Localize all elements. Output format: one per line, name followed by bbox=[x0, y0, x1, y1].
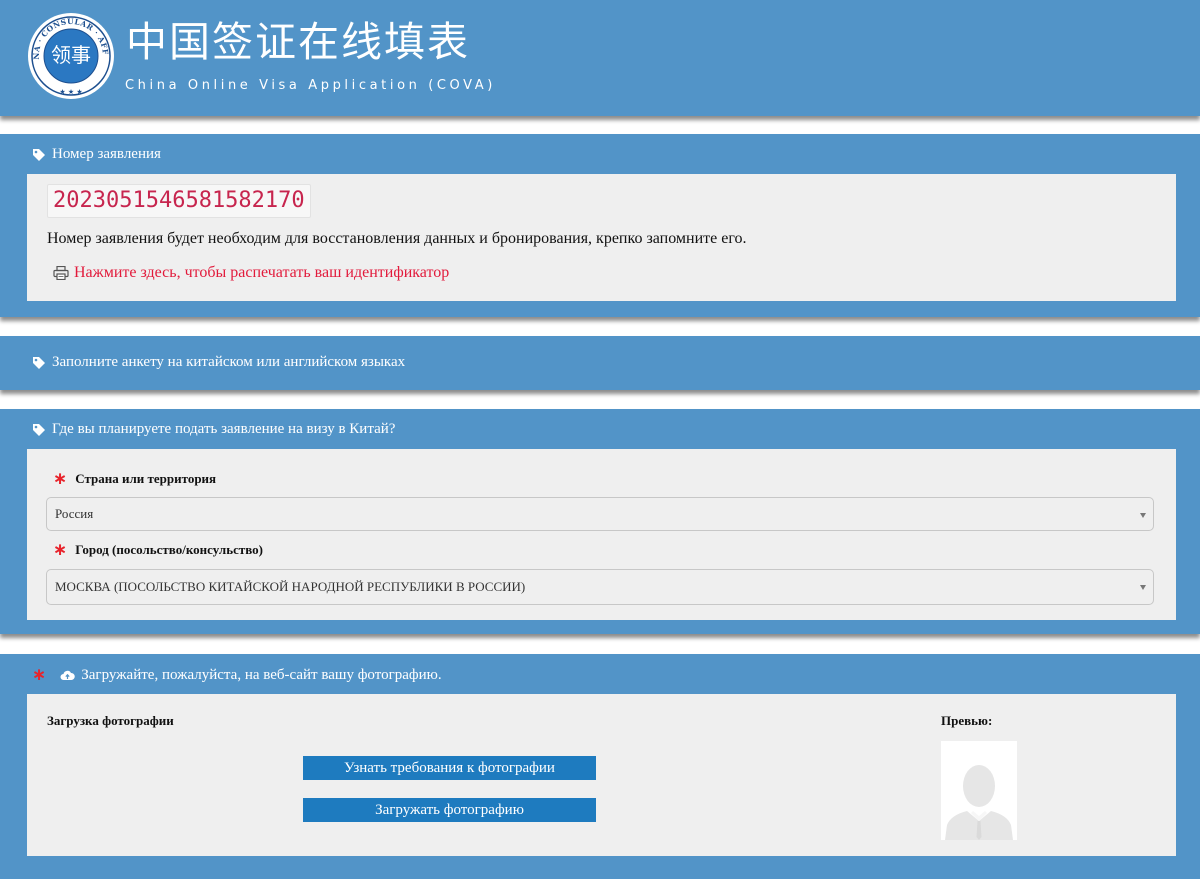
photo-heading-text: Загружайте, пожалуйста, на веб-сайт вашу… bbox=[81, 666, 442, 683]
application-number-value: 2023051546581582170 bbox=[47, 184, 311, 218]
location-heading: Где вы планируете подать заявление на ви… bbox=[32, 421, 395, 438]
country-label-text: Страна или территория bbox=[75, 471, 217, 486]
printer-icon bbox=[53, 266, 69, 280]
required-mark: ∗ bbox=[53, 540, 68, 560]
language-notice-heading: Заполните анкету на китайском или англий… bbox=[32, 354, 405, 371]
site-header: 领事 CHINA · CONSULAR · AFFAIRS ★ ★ ★ 中国签证… bbox=[0, 0, 1200, 116]
required-mark: ∗ bbox=[53, 469, 68, 489]
photo-panel: ∗ Загружайте, пожалуйста, на веб-сайт ва… bbox=[0, 654, 1200, 879]
language-notice-text: Заполните анкету на китайском или англий… bbox=[52, 354, 406, 370]
upload-photo-button[interactable]: Загружать фотографию bbox=[303, 798, 596, 822]
tag-icon bbox=[33, 356, 45, 369]
city-label-text: Город (посольство/консульство) bbox=[75, 542, 264, 557]
consular-affairs-logo-icon: 领事 CHINA · CONSULAR · AFFAIRS ★ ★ ★ bbox=[27, 12, 114, 99]
print-id-link[interactable]: Нажмите здесь, чтобы распечатать ваш иде… bbox=[53, 264, 449, 282]
application-number-note: Номер заявления будет необходим для восс… bbox=[47, 230, 747, 247]
application-number-heading: Номер заявления bbox=[32, 146, 161, 163]
site-title-chinese: 中国签证在线填表 bbox=[126, 18, 470, 66]
location-panel: Где вы планируете подать заявление на ви… bbox=[0, 409, 1200, 634]
chevron-down-icon bbox=[1140, 513, 1146, 518]
photo-requirements-button[interactable]: Узнать требования к фотографии bbox=[303, 756, 596, 780]
location-heading-text: Где вы планируете подать заявление на ви… bbox=[52, 421, 396, 437]
city-select-value: МОСКВА (ПОСОЛЬСТВО КИТАЙСКОЙ НАРОДНОЙ РЕ… bbox=[55, 579, 526, 594]
country-label: ∗ Страна или территория bbox=[53, 469, 216, 489]
application-number-panel: Номер заявления 2023051546581582170 Номе… bbox=[0, 134, 1200, 317]
person-silhouette-icon bbox=[941, 741, 1017, 840]
country-select[interactable]: Россия bbox=[46, 497, 1154, 531]
city-label: ∗ Город (посольство/консульство) bbox=[53, 540, 263, 560]
application-number-heading-text: Номер заявления bbox=[52, 146, 161, 162]
location-body: ∗ Страна или территория Россия ∗ Город (… bbox=[27, 449, 1176, 620]
language-notice-panel: Заполните анкету на китайском или англий… bbox=[0, 336, 1200, 390]
application-number-body: 2023051546581582170 Номер заявления буде… bbox=[27, 174, 1176, 301]
svg-text:领事: 领事 bbox=[51, 43, 91, 67]
required-mark: ∗ bbox=[32, 665, 47, 685]
site-title-english: China Online Visa Application (COVA) bbox=[125, 78, 496, 93]
upload-label: Загрузка фотографии bbox=[47, 713, 174, 728]
tag-icon bbox=[33, 148, 45, 161]
preview-label: Превью: bbox=[941, 713, 993, 728]
svg-text:★ ★ ★: ★ ★ ★ bbox=[59, 88, 82, 96]
cloud-upload-icon bbox=[60, 670, 76, 680]
print-id-link-text: Нажмите здесь, чтобы распечатать ваш иде… bbox=[74, 264, 450, 281]
country-select-value: Россия bbox=[55, 506, 94, 521]
photo-preview bbox=[941, 741, 1017, 840]
photo-heading: ∗ Загружайте, пожалуйста, на веб-сайт ва… bbox=[32, 665, 442, 685]
photo-body: Загрузка фотографии Превью: Узнать требо… bbox=[27, 694, 1176, 856]
city-select[interactable]: МОСКВА (ПОСОЛЬСТВО КИТАЙСКОЙ НАРОДНОЙ РЕ… bbox=[46, 569, 1154, 605]
tag-icon bbox=[33, 423, 45, 436]
chevron-down-icon bbox=[1140, 585, 1146, 590]
